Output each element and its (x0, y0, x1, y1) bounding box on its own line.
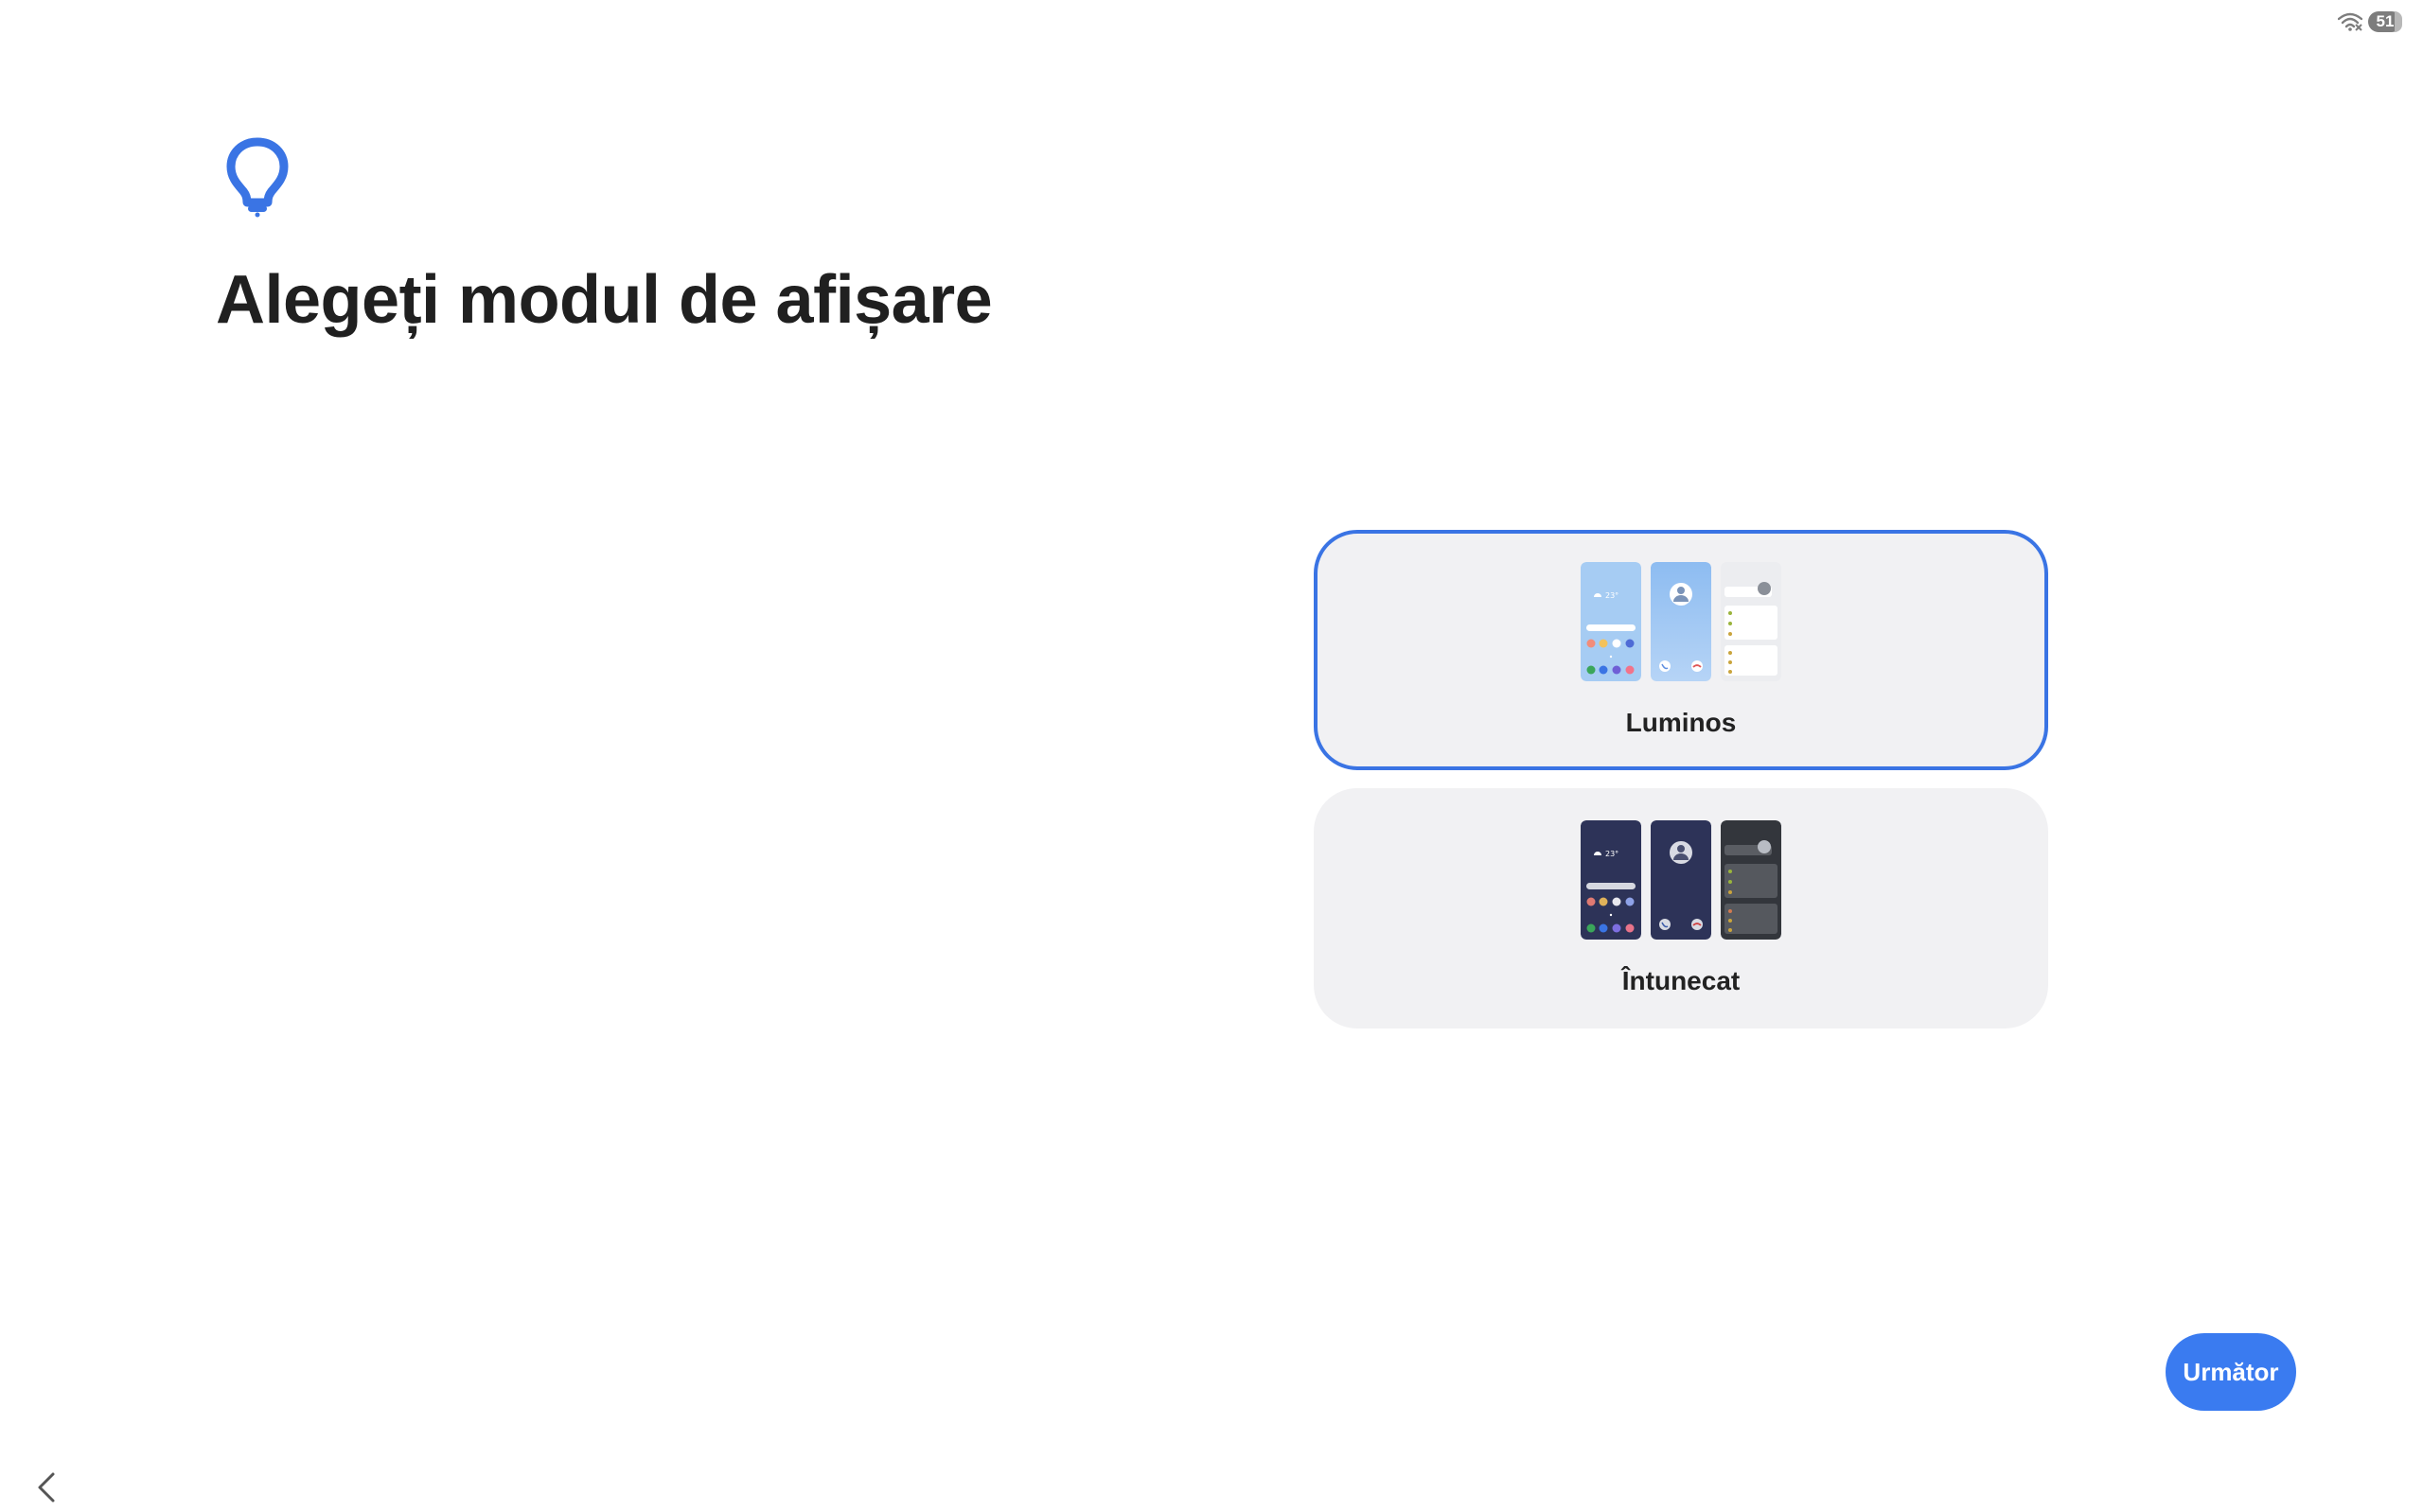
dark-call-preview (1651, 820, 1711, 940)
light-weather-text: 23° (1605, 591, 1618, 600)
dark-home-preview: 23° (1581, 820, 1641, 940)
option-label-dark: Întunecat (1621, 966, 1741, 995)
display-mode-light-option[interactable]: 23° Luminos (1314, 530, 2048, 770)
dark-weather-text: 23° (1605, 850, 1618, 858)
lightbulb-icon (226, 137, 289, 218)
display-mode-dark-option[interactable]: 23° Întunecat (1314, 788, 2048, 1029)
option-label-light: Luminos (1625, 708, 1737, 737)
status-bar: 51 (2338, 11, 2402, 32)
page-title: Alegeți modul de afișare (216, 262, 993, 338)
dark-preview-group: 23° (1314, 820, 2048, 940)
light-call-preview (1651, 562, 1711, 681)
battery-level: 51 (2376, 12, 2395, 30)
light-home-preview: 23° (1581, 562, 1641, 681)
light-settings-preview (1721, 562, 1781, 681)
chevron-left-icon[interactable] (32, 1470, 62, 1504)
next-button[interactable]: Următor (2166, 1333, 2296, 1411)
dark-settings-preview (1721, 820, 1781, 940)
battery-icon: 51 (2368, 11, 2402, 32)
wifi-icon (2338, 12, 2362, 31)
light-preview-group: 23° (1318, 562, 2044, 681)
